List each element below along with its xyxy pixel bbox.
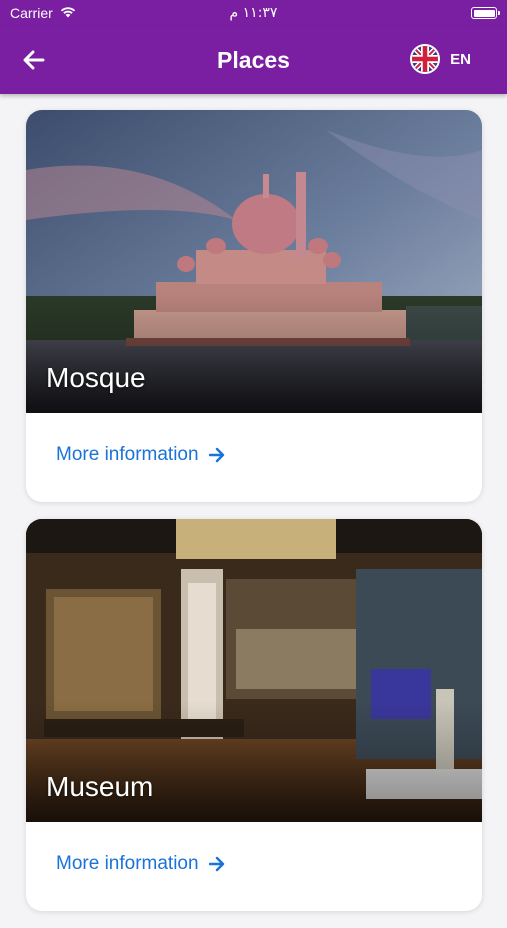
status-time: ١١:٣٧ م: [229, 5, 278, 21]
status-bar: Carrier ١١:٣٧ م: [0, 0, 507, 26]
more-information-link[interactable]: More information: [56, 444, 225, 466]
place-title: Museum: [46, 771, 154, 802]
app-bar: Places EN: [0, 26, 507, 94]
mosque-image: Mosque: [26, 110, 482, 413]
museum-image: Museum: [26, 519, 482, 822]
arrow-right-icon: [208, 856, 224, 872]
places-list: Mosque More information Museum More info…: [26, 110, 482, 928]
link-label: More information: [56, 444, 199, 465]
uk-flag-icon: [410, 44, 441, 74]
language-label: EN: [450, 50, 471, 68]
battery-icon: [471, 7, 500, 19]
more-information-link[interactable]: More information: [56, 853, 225, 875]
place-title: Mosque: [46, 362, 146, 393]
place-card[interactable]: Mosque More information: [26, 110, 482, 502]
page-title: Places: [217, 46, 290, 73]
place-card[interactable]: Museum More information: [26, 519, 482, 911]
link-label: More information: [56, 853, 199, 874]
arrow-right-icon: [208, 447, 224, 463]
language-button[interactable]: EN: [410, 44, 471, 74]
arrow-left-icon: [23, 50, 45, 70]
back-button[interactable]: [20, 46, 48, 74]
